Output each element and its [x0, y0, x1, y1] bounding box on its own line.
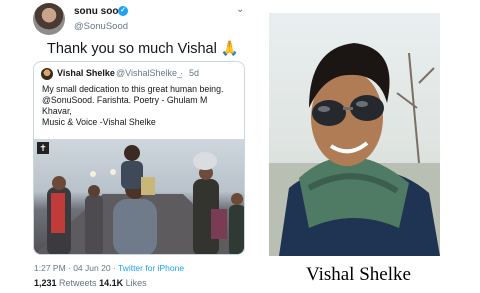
video-thumbnail[interactable]: ✝	[34, 139, 244, 254]
likes-label[interactable]: Likes	[123, 278, 147, 288]
tweet-timestamp[interactable]: 1:27 PM · 04 Jun 20 ·	[34, 263, 118, 273]
retweets-label[interactable]: Retweets	[57, 278, 100, 288]
tweet-text: Thank you so much Vishal 🙏	[47, 40, 239, 57]
tweet-card[interactable]: sonu sood ✓ @SonuSood ⌄ Thank you so muc…	[0, 0, 252, 293]
quoted-author-name: Vishal Shelke	[57, 68, 115, 78]
quoted-text-line: @SonuSood. Farishta. Poetry - Ghulam M	[42, 95, 208, 105]
retweets-count[interactable]: 1,231	[34, 278, 57, 288]
video-badge-icon: ✝	[37, 142, 49, 154]
author-display-name[interactable]: sonu sood	[74, 6, 125, 17]
quoted-text: My small dedication to this great human …	[42, 84, 242, 128]
tweet-source-link[interactable]: Twitter for iPhone	[118, 263, 184, 273]
portrait-photo	[269, 13, 440, 256]
quoted-text-line: Music & Voice -Vishal Shelke	[42, 117, 156, 127]
quoted-tweet[interactable]: Vishal Shelke @VishalShelke_ · 5d My sma…	[33, 61, 245, 255]
photo-caption: Vishal Shelke	[306, 264, 411, 285]
author-handle[interactable]: @SonuSood	[74, 21, 128, 32]
verified-check-icon: ✓	[118, 6, 128, 16]
quoted-text-line: Khavar,	[42, 106, 72, 116]
folded-hands-emoji: 🙏	[220, 41, 239, 57]
chevron-down-icon[interactable]: ⌄	[236, 4, 244, 15]
author-avatar[interactable]	[33, 3, 65, 35]
separator-dot: ·	[180, 68, 183, 78]
quoted-time: 5d	[189, 68, 200, 78]
tweet-stats-row: 1,231 Retweets 14.1K Likes	[34, 278, 147, 288]
portrait-drawing	[269, 43, 440, 256]
tweet-text-content: Thank you so much Vishal	[47, 41, 217, 57]
quoted-text-line: My small dedication to this great human …	[42, 84, 224, 94]
likes-count[interactable]: 14.1K	[99, 278, 123, 288]
quoted-author-handle: @VishalShelke_	[116, 68, 183, 78]
video-scene	[35, 145, 244, 254]
tweet-timestamp-row: 1:27 PM · 04 Jun 20 · Twitter for iPhone	[34, 263, 184, 273]
quoted-author-avatar	[41, 68, 53, 80]
